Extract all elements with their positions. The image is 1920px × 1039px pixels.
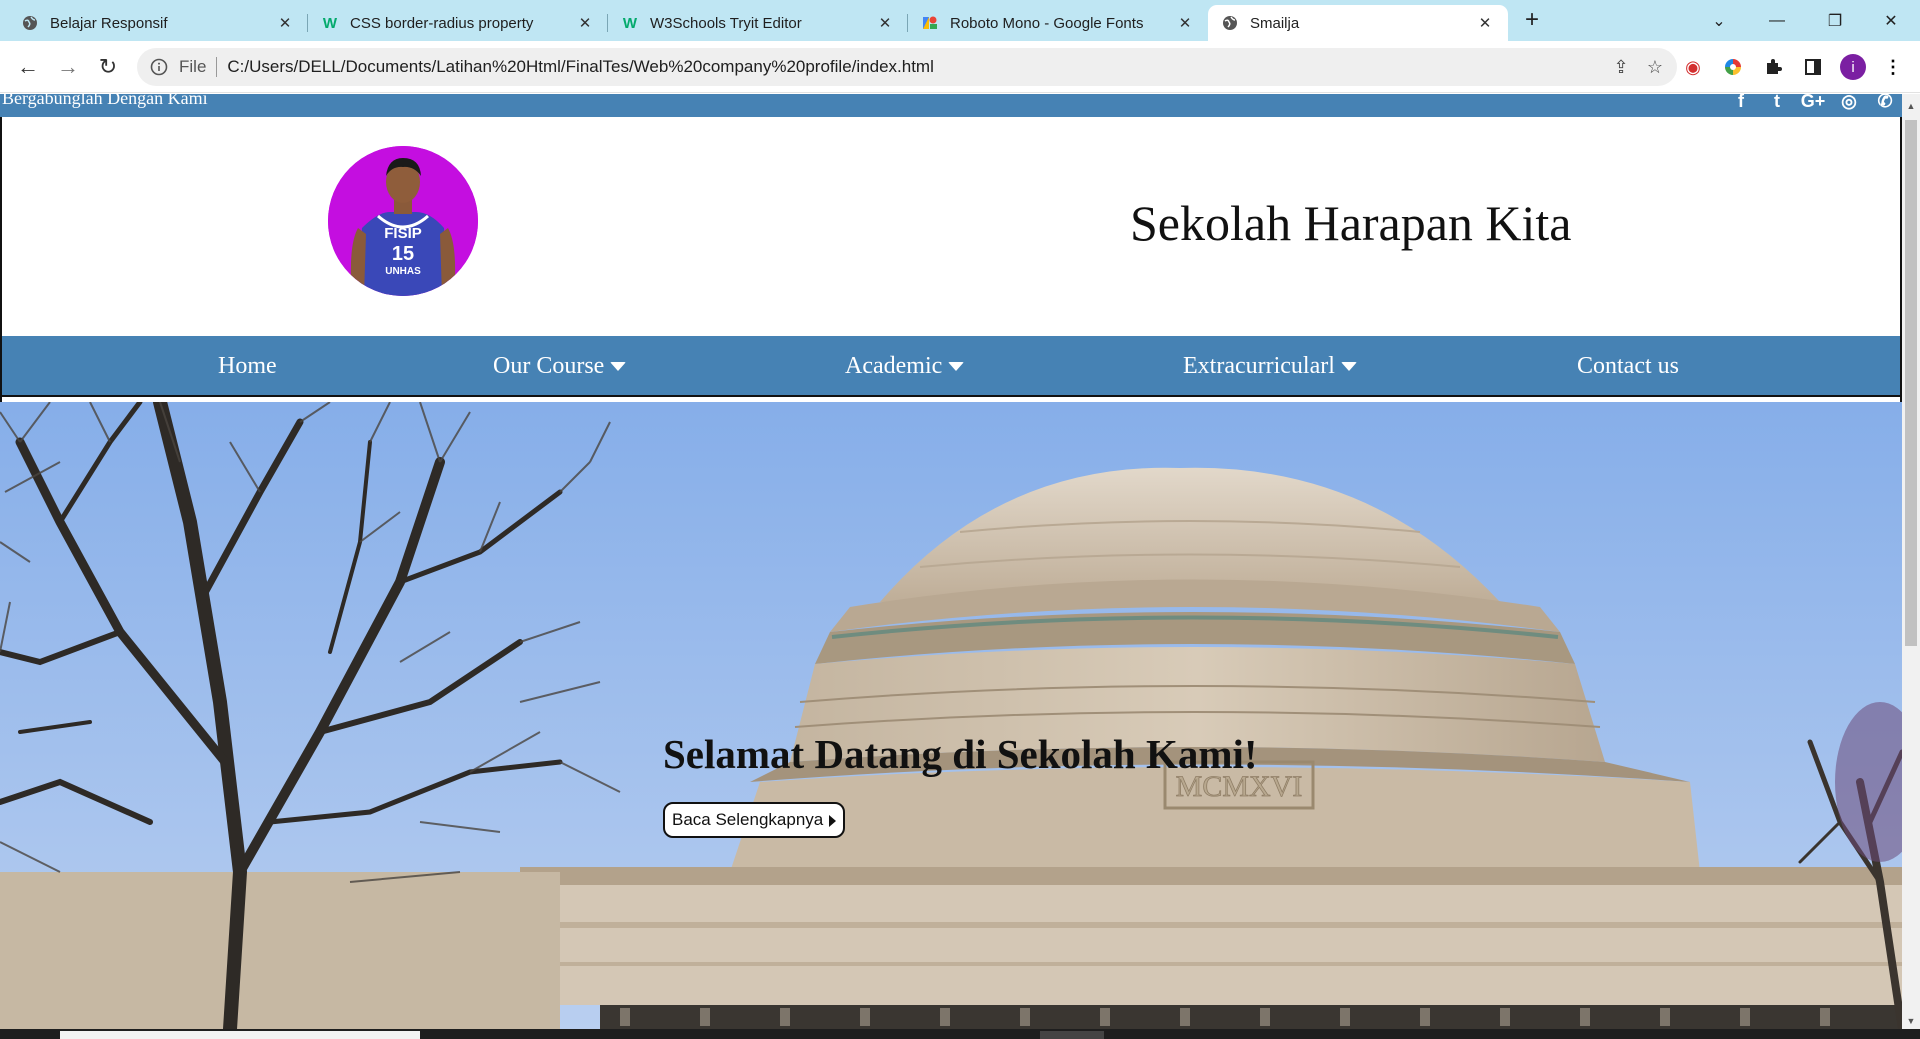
nav-contact-us[interactable]: Contact us: [1577, 336, 1679, 397]
minimize-button[interactable]: —: [1748, 0, 1806, 41]
restore-button[interactable]: ❐: [1806, 0, 1864, 41]
google-plus-icon[interactable]: G+: [1801, 94, 1826, 112]
tab-title: Smailja: [1250, 14, 1300, 32]
site-header: FISIP 15 UNHAS Sekolah Harapan Kita Home…: [0, 117, 1902, 431]
address-bar[interactable]: File C:/Users/DELL/Documents/Latihan%20H…: [137, 48, 1677, 86]
facebook-icon[interactable]: f: [1730, 94, 1752, 112]
taskbar-app[interactable]: [1040, 1031, 1104, 1039]
caret-down-icon: [1340, 362, 1357, 371]
caret-down-icon: [948, 362, 965, 371]
extensions-puzzle-icon[interactable]: [1760, 54, 1786, 80]
close-window-button[interactable]: ✕: [1862, 0, 1920, 41]
close-icon[interactable]: ✕: [1176, 14, 1194, 32]
page-viewport: Bergabunglah Dengan Kami f t G+ ◎ ✆ FISI…: [0, 94, 1902, 1029]
tab-belajar-responsif[interactable]: Belajar Responsif ✕: [8, 5, 308, 41]
hero-background-image: MCMXVI: [0, 402, 1902, 1029]
read-more-button[interactable]: Baca Selengkapnya: [663, 802, 846, 838]
scroll-down-arrow-icon[interactable]: ▼: [1902, 1013, 1920, 1029]
site-title: Sekolah Harapan Kita: [1130, 195, 1572, 251]
tab-title: W3Schools Tryit Editor: [650, 14, 802, 32]
back-button[interactable]: ←: [12, 51, 44, 83]
globe-icon: [22, 15, 38, 31]
tab-roboto-mono[interactable]: Roboto Mono - Google Fonts ✕: [908, 5, 1208, 41]
menu-kebab-icon[interactable]: ⋮: [1880, 54, 1906, 80]
url-scheme: File: [179, 57, 207, 76]
w3schools-icon: W: [322, 14, 338, 32]
nav-label: Home: [218, 353, 277, 379]
read-more-label: Baca Selengkapnya: [672, 810, 824, 829]
tab-title: Roboto Mono - Google Fonts: [950, 14, 1144, 32]
tab-title: Belajar Responsif: [50, 14, 168, 32]
nav-label: Contact us: [1577, 353, 1679, 379]
close-icon[interactable]: ✕: [276, 14, 294, 32]
tab-w3schools-tryit[interactable]: W W3Schools Tryit Editor ✕: [608, 5, 908, 41]
extension-color-wheel-icon[interactable]: [1720, 54, 1746, 80]
top-bar: Bergabunglah Dengan Kami f t G+ ◎ ✆: [0, 94, 1902, 117]
w3schools-icon: W: [622, 14, 638, 32]
hero-banner: MCMXVI Selamat Datang di Sekolah Kami! B…: [0, 402, 1902, 1029]
main-navigation: Home Our Course Academic Extracurricular…: [2, 336, 1900, 397]
nav-academic[interactable]: Academic: [845, 336, 965, 397]
svg-text:15: 15: [392, 243, 414, 265]
page-scrollbar[interactable]: ▲ ▼: [1902, 94, 1920, 1029]
nav-label: Our Course: [493, 353, 605, 379]
caret-right-icon: [829, 815, 837, 827]
school-logo-avatar: FISIP 15 UNHAS: [328, 146, 478, 296]
new-tab-button[interactable]: +: [1518, 6, 1546, 34]
url-text[interactable]: C:/Users/DELL/Documents/Latihan%20Html/F…: [227, 57, 933, 77]
nav-our-course[interactable]: Our Course: [493, 336, 627, 397]
scrollbar-thumb[interactable]: [1905, 120, 1917, 646]
tab-search-icon[interactable]: ⌄: [1690, 0, 1748, 41]
tab-title: CSS border-radius property: [350, 14, 534, 32]
svg-text:FISIP: FISIP: [384, 225, 422, 242]
omnibox-divider: [216, 57, 218, 77]
reload-button[interactable]: ↻: [92, 51, 124, 83]
hero-heading: Selamat Datang di Sekolah Kami!: [663, 731, 1258, 777]
social-links: f t G+ ◎ ✆: [1730, 94, 1896, 112]
taskbar-app[interactable]: [60, 1031, 420, 1039]
info-icon[interactable]: [149, 57, 169, 77]
nav-home[interactable]: Home: [218, 336, 277, 397]
close-icon[interactable]: ✕: [576, 14, 594, 32]
browser-toolbar: ← → ↻ File C:/Users/DELL/Documents/Latih…: [0, 41, 1920, 93]
close-icon[interactable]: ✕: [876, 14, 894, 32]
join-us-link[interactable]: Bergabunglah Dengan Kami: [2, 94, 208, 109]
google-fonts-icon: [922, 15, 938, 31]
tab-css-border-radius[interactable]: W CSS border-radius property ✕: [308, 5, 608, 41]
side-panel-icon[interactable]: [1800, 54, 1826, 80]
share-icon[interactable]: ⇪: [1611, 57, 1631, 77]
caret-down-icon: [610, 362, 627, 371]
svg-text:UNHAS: UNHAS: [385, 266, 421, 277]
nav-extracurricular[interactable]: Extracurricularl: [1183, 336, 1357, 397]
close-icon[interactable]: ✕: [1476, 14, 1494, 32]
globe-icon: [1222, 15, 1238, 31]
nav-label: Academic: [845, 353, 943, 379]
whatsapp-icon[interactable]: ✆: [1874, 94, 1896, 112]
bookmark-star-icon[interactable]: ☆: [1645, 57, 1665, 77]
extension-eye-icon[interactable]: ◉: [1680, 54, 1706, 80]
tab-smailja[interactable]: Smailja ✕: [1208, 5, 1508, 41]
browser-tabstrip: Belajar Responsif ✕ W CSS border-radius …: [0, 0, 1920, 41]
profile-avatar[interactable]: i: [1840, 54, 1866, 80]
os-taskbar: [0, 1029, 1920, 1039]
nav-label: Extracurricularl: [1183, 353, 1335, 379]
instagram-icon[interactable]: ◎: [1838, 94, 1860, 112]
twitter-icon[interactable]: t: [1766, 94, 1788, 112]
forward-button[interactable]: →: [52, 51, 84, 83]
scroll-up-arrow-icon[interactable]: ▲: [1902, 98, 1920, 114]
